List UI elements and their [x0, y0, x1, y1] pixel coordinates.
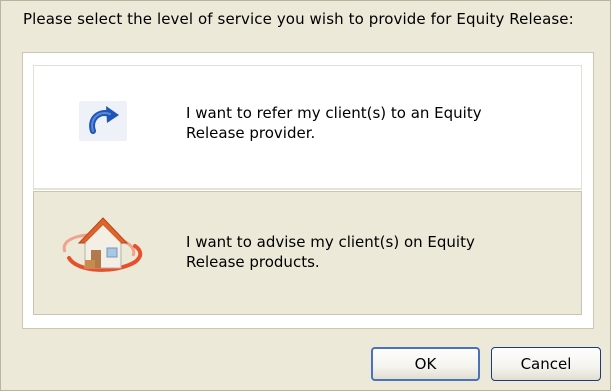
option-refer-label: I want to refer my client(s) to an Equit…: [186, 104, 482, 142]
option-refer-client[interactable]: I want to refer my client(s) to an Equit…: [33, 65, 582, 190]
cancel-button[interactable]: Cancel: [491, 347, 601, 381]
ok-button[interactable]: OK: [371, 347, 480, 381]
prompt-text: Please select the level of service you w…: [23, 10, 574, 28]
options-panel: I want to refer my client(s) to an Equit…: [22, 52, 594, 329]
refer-arrow-icon: [79, 101, 127, 141]
option-advise-client[interactable]: I want to advise my client(s) on Equity …: [33, 191, 582, 315]
option-advise-label: I want to advise my client(s) on Equity …: [186, 233, 475, 271]
service-level-dialog: Please select the level of service you w…: [0, 0, 611, 391]
house-icon: [55, 210, 151, 280]
